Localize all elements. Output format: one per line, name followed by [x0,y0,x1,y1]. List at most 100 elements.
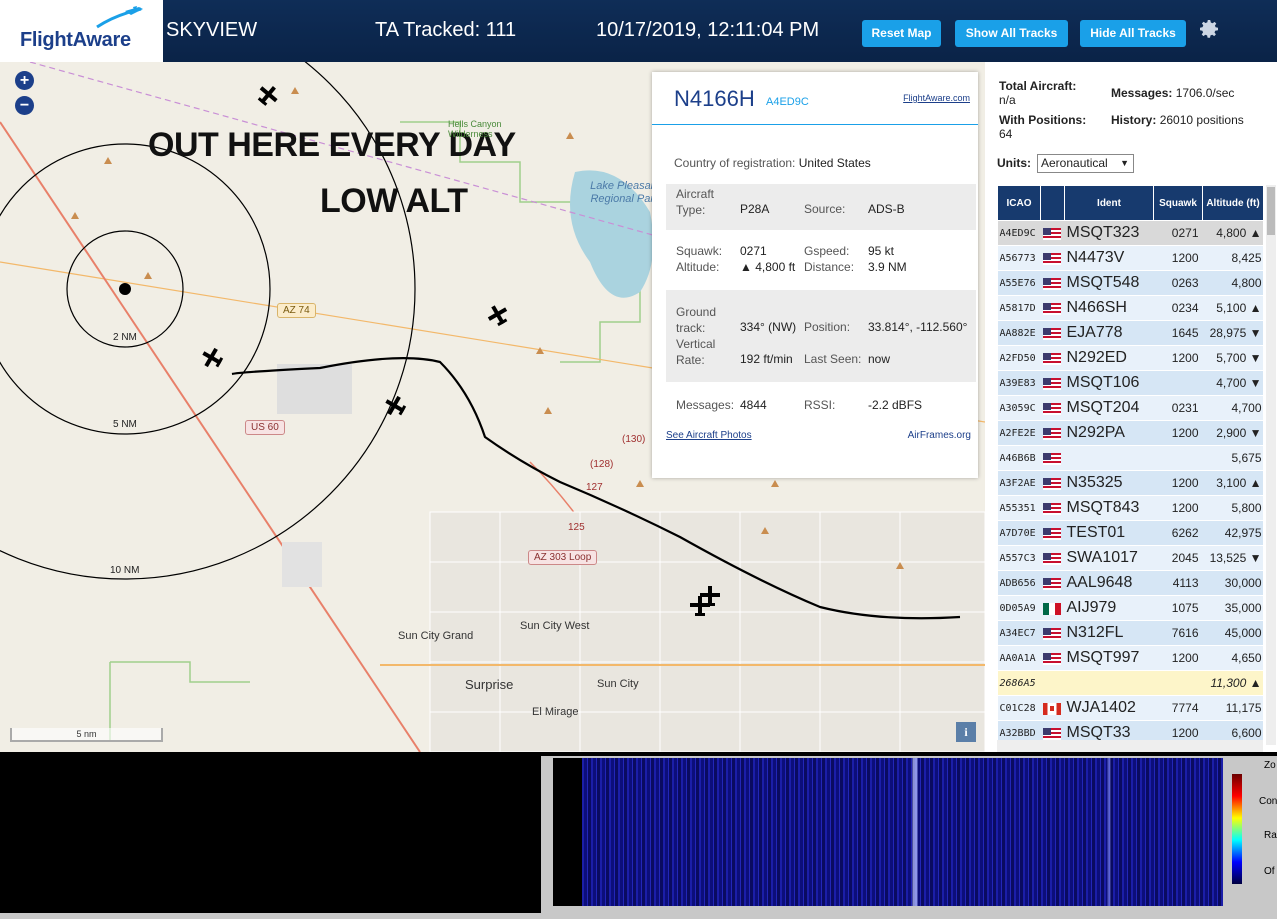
icao-cell: A3F2AE [997,470,1041,496]
icao-cell: A2FE2E [997,420,1041,446]
altitude-cell: 5,675 [1202,445,1263,471]
aircraft-type-block: Aircraft Type: P28A Source: ADS-B [666,184,976,230]
altitude-cell: 8,425 [1202,245,1263,271]
flag-us-icon [1042,252,1061,265]
col-header-ident[interactable]: Ident [1064,185,1154,221]
table-row[interactable]: 0D05A9 AIJ979 1075 35,000 [997,595,1263,621]
icao-cell: 0D05A9 [997,595,1041,621]
ident-cell: N35325 [1064,470,1154,496]
aircraft-photos-link[interactable]: See Aircraft Photos [666,430,752,441]
place-label-sun-city-west: Sun City West [520,620,590,632]
table-row[interactable]: A3059C MSQT204 0231 4,700 [997,395,1263,421]
aircraft-table-container[interactable]: ICAO Ident Squawk Altitude (ft) A4ED9C MS… [997,185,1263,745]
range-control-label[interactable]: Ra [1264,830,1277,841]
selected-aircraft-panel: N4166H A4ED9C FlightAware.com Country of… [652,72,978,478]
altitude-cell: 45,000 [1202,620,1263,646]
ident-cell: MSQT997 [1064,645,1154,671]
road-label: 127 [586,482,603,493]
table-row[interactable]: A3F2AE N35325 1200 3,100 ▲ [997,470,1263,496]
selected-icao: A4ED9C [766,96,809,108]
road-shield-az74: AZ 74 [277,303,316,318]
units-label: Units: [997,156,1031,170]
scrollbar-thumb[interactable] [1267,187,1275,235]
flag-cell [1040,345,1065,371]
squawk-cell: 4113 [1153,570,1203,596]
zoom-out-button[interactable]: − [15,96,34,115]
flightaware-link[interactable]: FlightAware.com [903,93,970,103]
table-row[interactable]: A56773 N4473V 1200 8,425 [997,245,1263,271]
airframes-link[interactable]: AirFrames.org [908,430,971,441]
flag-cell [1040,645,1065,671]
table-row[interactable]: A55E76 MSQT548 0263 4,800 [997,270,1263,296]
table-row[interactable]: A34EC7 N312FL 7616 45,000 [997,620,1263,646]
table-row[interactable]: 2686A5 11,300 ▲ [997,670,1263,696]
overlay-caption-line2: LOW ALT [320,182,468,220]
table-row[interactable]: A4ED9C MSQT323 0271 4,800 ▲ [997,220,1263,246]
col-header-icao[interactable]: ICAO [997,185,1041,221]
table-row[interactable]: C01C28 WJA1402 7774 11,175 [997,695,1263,721]
track-position-block: Ground track: 334° (NW) Position: 33.814… [666,290,976,382]
flag-us-icon [1042,502,1061,515]
icao-cell: A55351 [997,495,1041,521]
zoom-control-label[interactable]: Zo [1264,760,1276,771]
map-scale-bar: 5 nm [10,728,163,742]
squawk-cell: 6262 [1153,520,1203,546]
road-label: (128) [590,459,614,470]
icao-cell: A557C3 [997,545,1041,571]
flightaware-logo[interactable]: FlightAware [0,0,163,62]
road-shield-us60: US 60 [245,420,285,435]
flag-mx-icon [1042,602,1061,615]
ident-cell: N4473V [1064,245,1154,271]
offset-control-label[interactable]: Of [1264,866,1275,877]
flag-cell [1040,220,1065,246]
squawk-cell: 0231 [1153,395,1203,421]
altitude-cell: 4,700 ▼ [1202,370,1263,396]
wilderness-label: Hells Canyon Wilderness [448,119,502,139]
table-row[interactable]: AA0A1A MSQT997 1200 4,650 [997,645,1263,671]
icao-cell: A46B6B [997,445,1041,471]
altitude-cell: 28,975 ▼ [1202,320,1263,346]
table-row[interactable]: ADB656 AAL9648 4113 30,000 [997,570,1263,596]
table-row[interactable]: A55351 MSQT843 1200 5,800 [997,495,1263,521]
units-dropdown[interactable]: Aeronautical ▼ [1037,154,1134,173]
range-ring-label: 10 NM [110,565,140,576]
place-label-sun-city: Sun City [597,678,639,690]
table-row[interactable]: A39E83 MSQT106 4,700 ▼ [997,370,1263,396]
flag-cell [1040,670,1065,696]
hide-all-tracks-button[interactable]: Hide All Tracks [1080,20,1186,47]
gear-icon[interactable] [1197,17,1221,41]
table-row[interactable]: A2FE2E N292PA 1200 2,900 ▼ [997,420,1263,446]
icao-cell: A5817D [997,295,1041,321]
show-all-tracks-button[interactable]: Show All Tracks [955,20,1068,47]
sidebar-hscrollbar[interactable] [997,740,1263,752]
table-row[interactable]: A557C3 SWA1017 2045 13,525 ▼ [997,545,1263,571]
col-header-squawk[interactable]: Squawk [1153,185,1203,221]
waterfall-colorbar [1232,774,1242,884]
contrast-control-label[interactable]: Con [1259,796,1277,807]
app-title: SKYVIEW [166,19,258,41]
icao-cell: A7D70E [997,520,1041,546]
table-row[interactable]: A5817D N466SH 0234 5,100 ▲ [997,295,1263,321]
spectrum-waterfall[interactable] [582,758,1223,906]
icao-cell: A34EC7 [997,620,1041,646]
icao-cell: A2FD50 [997,345,1041,371]
map-info-button[interactable]: i [956,722,976,742]
aircraft-table-body: A4ED9C MSQT323 0271 4,800 ▲ A56773 N4473V 1200… [997,220,1263,745]
reset-map-button[interactable]: Reset Map [862,20,941,47]
squawk-cell [1153,445,1203,471]
zoom-in-button[interactable]: + [15,71,34,90]
table-row[interactable]: A2FD50 N292ED 1200 5,700 ▼ [997,345,1263,371]
place-label-surprise: Surprise [465,677,514,692]
col-header-flag[interactable] [1040,185,1065,221]
table-row[interactable]: A46B6B 5,675 [997,445,1263,471]
col-header-altitude[interactable]: Altitude (ft) [1202,185,1263,221]
flag-cell [1040,695,1065,721]
place-label-el-mirage: El Mirage [532,706,579,718]
ident-cell: AAL9648 [1064,570,1154,596]
sidebar-scrollbar[interactable] [1266,185,1276,745]
table-row[interactable]: A7D70E TEST01 6262 42,975 [997,520,1263,546]
flag-cell [1040,370,1065,396]
squawk-cell: 1200 [1153,495,1203,521]
table-row[interactable]: AA882E EJA778 1645 28,975 ▼ [997,320,1263,346]
squawk-cell: 1200 [1153,245,1203,271]
